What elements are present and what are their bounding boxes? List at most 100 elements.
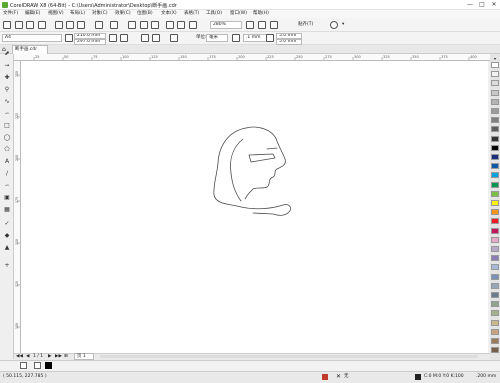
palette-swatch[interactable] bbox=[491, 282, 499, 289]
drawing-canvas[interactable] bbox=[21, 61, 488, 353]
close-icon[interactable]: ✕ bbox=[488, 0, 500, 10]
palette-swatch[interactable] bbox=[491, 264, 499, 271]
palette-swatch[interactable] bbox=[491, 200, 499, 206]
palette-swatch[interactable] bbox=[491, 255, 499, 262]
import-icon[interactable] bbox=[140, 21, 148, 29]
undo-icon[interactable] bbox=[95, 21, 103, 29]
palette-swatch[interactable] bbox=[491, 172, 499, 179]
landscape-icon[interactable] bbox=[120, 34, 128, 42]
doc-swatch-black[interactable] bbox=[45, 362, 52, 369]
cut-icon[interactable] bbox=[55, 21, 63, 29]
transparency-tool-icon[interactable]: ▦ bbox=[3, 206, 11, 214]
polygon-tool-icon[interactable]: ⬠ bbox=[3, 146, 11, 154]
palette-swatch[interactable] bbox=[491, 144, 499, 151]
palette-swatch[interactable] bbox=[491, 181, 499, 188]
profile-head-drawing[interactable] bbox=[213, 126, 291, 216]
freehand-tool-icon[interactable]: ∿ bbox=[3, 98, 11, 106]
palette-swatch[interactable] bbox=[491, 71, 499, 78]
paste-icon[interactable] bbox=[77, 21, 85, 29]
palette-swatch[interactable] bbox=[491, 218, 499, 225]
document-color-icon[interactable] bbox=[322, 374, 328, 380]
show-guidelines-icon[interactable] bbox=[270, 21, 278, 29]
palette-swatch[interactable] bbox=[491, 273, 499, 280]
artistic-media-icon[interactable]: ∽ bbox=[3, 110, 11, 118]
show-rulers-icon[interactable] bbox=[246, 21, 254, 29]
menu-bitmaps[interactable]: 位图(B) bbox=[136, 10, 154, 18]
palette-swatch[interactable] bbox=[491, 209, 499, 216]
doc-swatch-white[interactable] bbox=[34, 362, 41, 369]
palette-swatch[interactable] bbox=[491, 154, 499, 160]
palette-swatch[interactable] bbox=[491, 163, 499, 170]
pick-tool-icon[interactable]: ⬈ bbox=[3, 50, 11, 58]
next-page-icon[interactable]: ▶ bbox=[48, 353, 51, 360]
palette-swatch[interactable] bbox=[491, 310, 499, 317]
rectangle-tool-icon[interactable]: □ bbox=[3, 122, 11, 130]
connector-tool-icon[interactable]: ∽ bbox=[3, 182, 11, 190]
palette-swatch[interactable] bbox=[491, 338, 499, 344]
menu-window[interactable]: 窗口(W) bbox=[229, 10, 248, 18]
maximize-icon[interactable]: □ bbox=[476, 0, 488, 10]
gear-icon[interactable] bbox=[330, 21, 338, 29]
all-pages-icon[interactable] bbox=[141, 34, 149, 42]
zoom-tool-icon[interactable]: ⚲ bbox=[3, 86, 11, 94]
duplicate-y-field[interactable]: 5.0 mm bbox=[276, 38, 302, 45]
menu-text[interactable]: 文本(X) bbox=[160, 10, 178, 18]
eyedropper-tool-icon[interactable]: ✓ bbox=[3, 220, 11, 228]
units-dropdown[interactable]: 毫米 bbox=[206, 34, 228, 42]
menu-table[interactable]: 表格(T) bbox=[183, 10, 200, 18]
shadow-tool-icon[interactable]: ▣ bbox=[3, 194, 11, 202]
palette-swatch[interactable] bbox=[491, 246, 499, 252]
palette-swatch[interactable] bbox=[491, 126, 499, 133]
horizontal-scrollbar[interactable] bbox=[100, 355, 478, 358]
search-icon[interactable] bbox=[128, 21, 136, 29]
palette-swatch[interactable] bbox=[491, 135, 499, 142]
page-tab[interactable]: 页 1 bbox=[74, 353, 94, 360]
shape-tool-icon[interactable]: ➙ bbox=[3, 62, 11, 70]
print-icon[interactable] bbox=[38, 21, 46, 29]
palette-swatch[interactable] bbox=[491, 89, 499, 96]
palette-menu-icon[interactable]: ▾ bbox=[491, 56, 499, 61]
palette-swatch[interactable] bbox=[491, 292, 499, 298]
crop-tool-icon[interactable]: ✚ bbox=[3, 74, 11, 82]
menu-help[interactable]: 帮助(H) bbox=[252, 10, 270, 18]
pdf-icon[interactable] bbox=[166, 21, 174, 29]
no-color-swatch[interactable] bbox=[20, 362, 27, 369]
open-icon[interactable] bbox=[15, 21, 23, 29]
palette-swatch[interactable] bbox=[491, 236, 499, 243]
last-page-icon[interactable]: ▶▶ bbox=[55, 353, 62, 360]
menu-edit[interactable]: 编辑(E) bbox=[24, 10, 41, 18]
show-grid-icon[interactable] bbox=[258, 21, 266, 29]
palette-swatch[interactable] bbox=[491, 98, 499, 105]
full-screen-icon[interactable] bbox=[189, 21, 197, 29]
new-document-icon[interactable] bbox=[3, 21, 11, 29]
smart-fill-icon[interactable]: ▲ bbox=[3, 244, 11, 252]
palette-swatch[interactable] bbox=[491, 80, 499, 87]
menu-effects[interactable]: 效果(C) bbox=[114, 10, 132, 18]
minimize-icon[interactable]: — bbox=[464, 0, 476, 10]
menu-object[interactable]: 对象(C) bbox=[91, 10, 109, 18]
palette-swatch[interactable] bbox=[491, 62, 499, 68]
parallel-dimension-icon[interactable]: ∕ bbox=[3, 170, 11, 178]
copy-icon[interactable] bbox=[66, 21, 74, 29]
palette-swatch[interactable] bbox=[491, 301, 499, 308]
menu-layout[interactable]: 布局(L) bbox=[69, 10, 86, 18]
export-icon[interactable] bbox=[151, 21, 159, 29]
zoom-level-field[interactable]: 280% bbox=[210, 21, 242, 29]
page-size-dropdown[interactable]: A4 bbox=[2, 34, 62, 42]
palette-swatch[interactable] bbox=[491, 347, 499, 354]
interactive-fill-icon[interactable]: ◆ bbox=[3, 232, 11, 240]
ellipse-tool-icon[interactable]: ◯ bbox=[3, 134, 11, 142]
settings-dropdown-caret[interactable]: ▾ bbox=[342, 21, 344, 29]
menu-view[interactable]: 视图(V) bbox=[47, 10, 65, 18]
portrait-icon[interactable] bbox=[109, 34, 117, 42]
prev-page-icon[interactable]: ◀ bbox=[26, 353, 29, 360]
document-tab[interactable]: 断手画.cdr bbox=[12, 45, 48, 54]
first-page-icon[interactable]: ◀◀ bbox=[16, 353, 23, 360]
palette-swatch[interactable] bbox=[491, 227, 499, 234]
add-page-icon[interactable]: ⊞ bbox=[64, 353, 68, 360]
page-height-field[interactable]: 297.0 mm bbox=[74, 38, 106, 45]
menu-file[interactable]: 文件(F) bbox=[2, 10, 19, 18]
palette-swatch[interactable] bbox=[491, 190, 499, 197]
palette-swatch[interactable] bbox=[491, 117, 499, 124]
current-page-icon[interactable] bbox=[152, 34, 160, 42]
